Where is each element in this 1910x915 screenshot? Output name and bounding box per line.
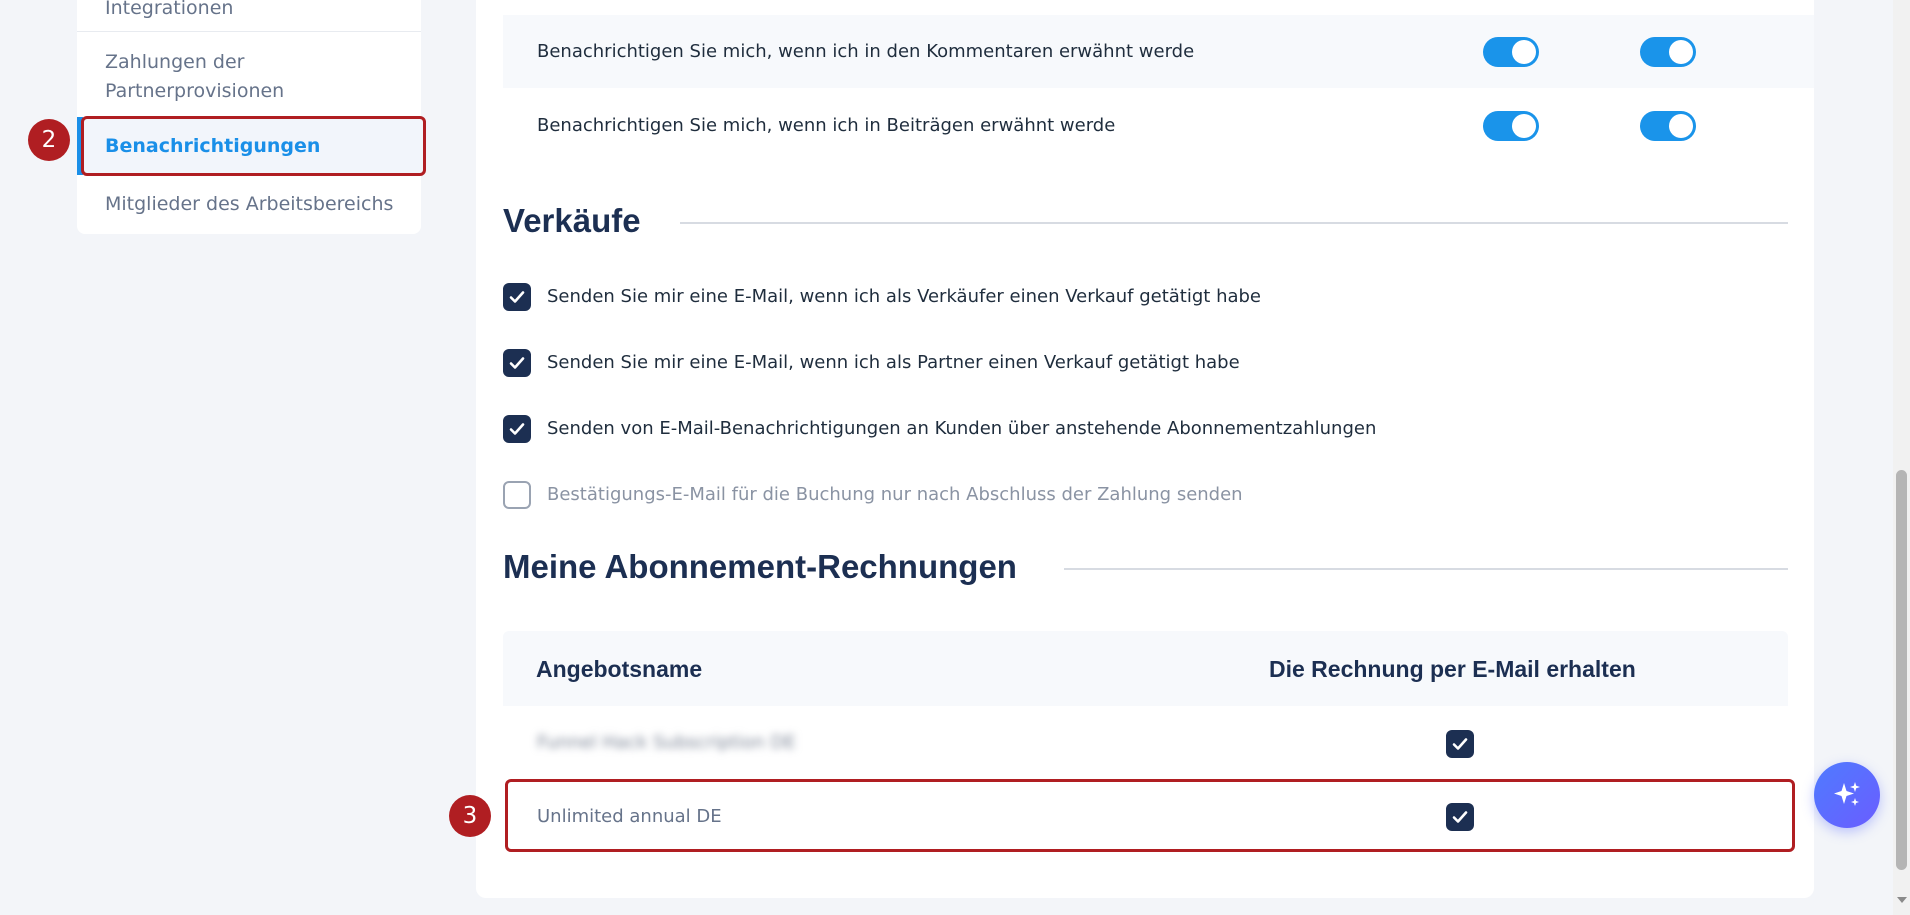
toggle-knob <box>1512 114 1536 138</box>
checkmark-icon <box>509 423 525 435</box>
section-title-invoices: Meine Abonnement-Rechnungen <box>503 548 1017 585</box>
toggle-knob <box>1669 114 1693 138</box>
step-badge-2: 2 <box>28 119 70 161</box>
scroll-down-arrow-icon[interactable] <box>1897 897 1907 903</box>
sales-option-label: Bestätigungs-E-Mail für die Buchung nur … <box>547 484 1243 505</box>
notification-label: Benachrichtigen Sie mich, wenn ich in Be… <box>537 115 1116 136</box>
sidebar-item-label: Integrationen <box>105 0 234 19</box>
sales-checkbox-subscription-reminders[interactable] <box>503 415 531 443</box>
sales-checkbox-partner[interactable] <box>503 349 531 377</box>
sales-checkbox-seller[interactable] <box>503 283 531 311</box>
app-toggle[interactable] <box>1640 37 1696 67</box>
email-toggle[interactable] <box>1483 37 1539 67</box>
column-header-email-invoice: Die Rechnung per E-Mail erhalten <box>1269 656 1636 682</box>
step-number: 2 <box>41 127 57 153</box>
checkmark-icon <box>509 357 525 369</box>
sidebar-item-label: Zahlungen der Partnerprovisionen <box>105 51 285 102</box>
checkmark-icon <box>1452 738 1468 750</box>
email-toggle[interactable] <box>1483 111 1539 141</box>
app-toggle[interactable] <box>1640 111 1696 141</box>
toggle-knob <box>1669 40 1693 64</box>
section-title-sales: Verkäufe <box>503 202 641 239</box>
section-divider <box>680 222 1788 224</box>
main-panel: Benachrichtigen Sie mich, wenn ich in de… <box>476 0 1814 898</box>
sidebar-item-integrationen[interactable]: Integrationen <box>77 0 421 32</box>
highlight-notifications <box>81 116 426 176</box>
sidebar-item-partner-payments[interactable]: Zahlungen der Partnerprovisionen <box>77 48 307 106</box>
scrollbar-thumb[interactable] <box>1896 470 1907 870</box>
section-divider <box>1064 568 1788 570</box>
sales-option-label: Senden von E-Mail-Benachrichtigungen an … <box>547 418 1377 439</box>
column-header-offer-name: Angebotsname <box>536 656 703 682</box>
sales-option-label: Senden Sie mir eine E-Mail, wenn ich als… <box>547 286 1262 307</box>
checkmark-icon <box>509 291 525 303</box>
step-badge-3: 3 <box>449 795 491 837</box>
invoice-offer-name: Funnel Hack Subscription DE <box>537 732 796 753</box>
sales-checkbox-booking-confirmation[interactable] <box>503 481 531 509</box>
sparkle-icon <box>1834 782 1860 806</box>
toggle-knob <box>1512 40 1536 64</box>
step-number: 3 <box>462 803 478 829</box>
notification-label: Benachrichtigen Sie mich, wenn ich in de… <box>537 41 1195 62</box>
invoice-email-checkbox[interactable] <box>1446 730 1474 758</box>
sidebar-item-label: Mitglieder des Arbeitsbereichs <box>105 193 394 215</box>
highlight-unlimited-row <box>505 779 1795 852</box>
ai-assistant-button[interactable] <box>1814 762 1880 828</box>
sales-option-label: Senden Sie mir eine E-Mail, wenn ich als… <box>547 352 1240 373</box>
sidebar-item-workspace-members[interactable]: Mitglieder des Arbeitsbereichs <box>77 190 421 219</box>
